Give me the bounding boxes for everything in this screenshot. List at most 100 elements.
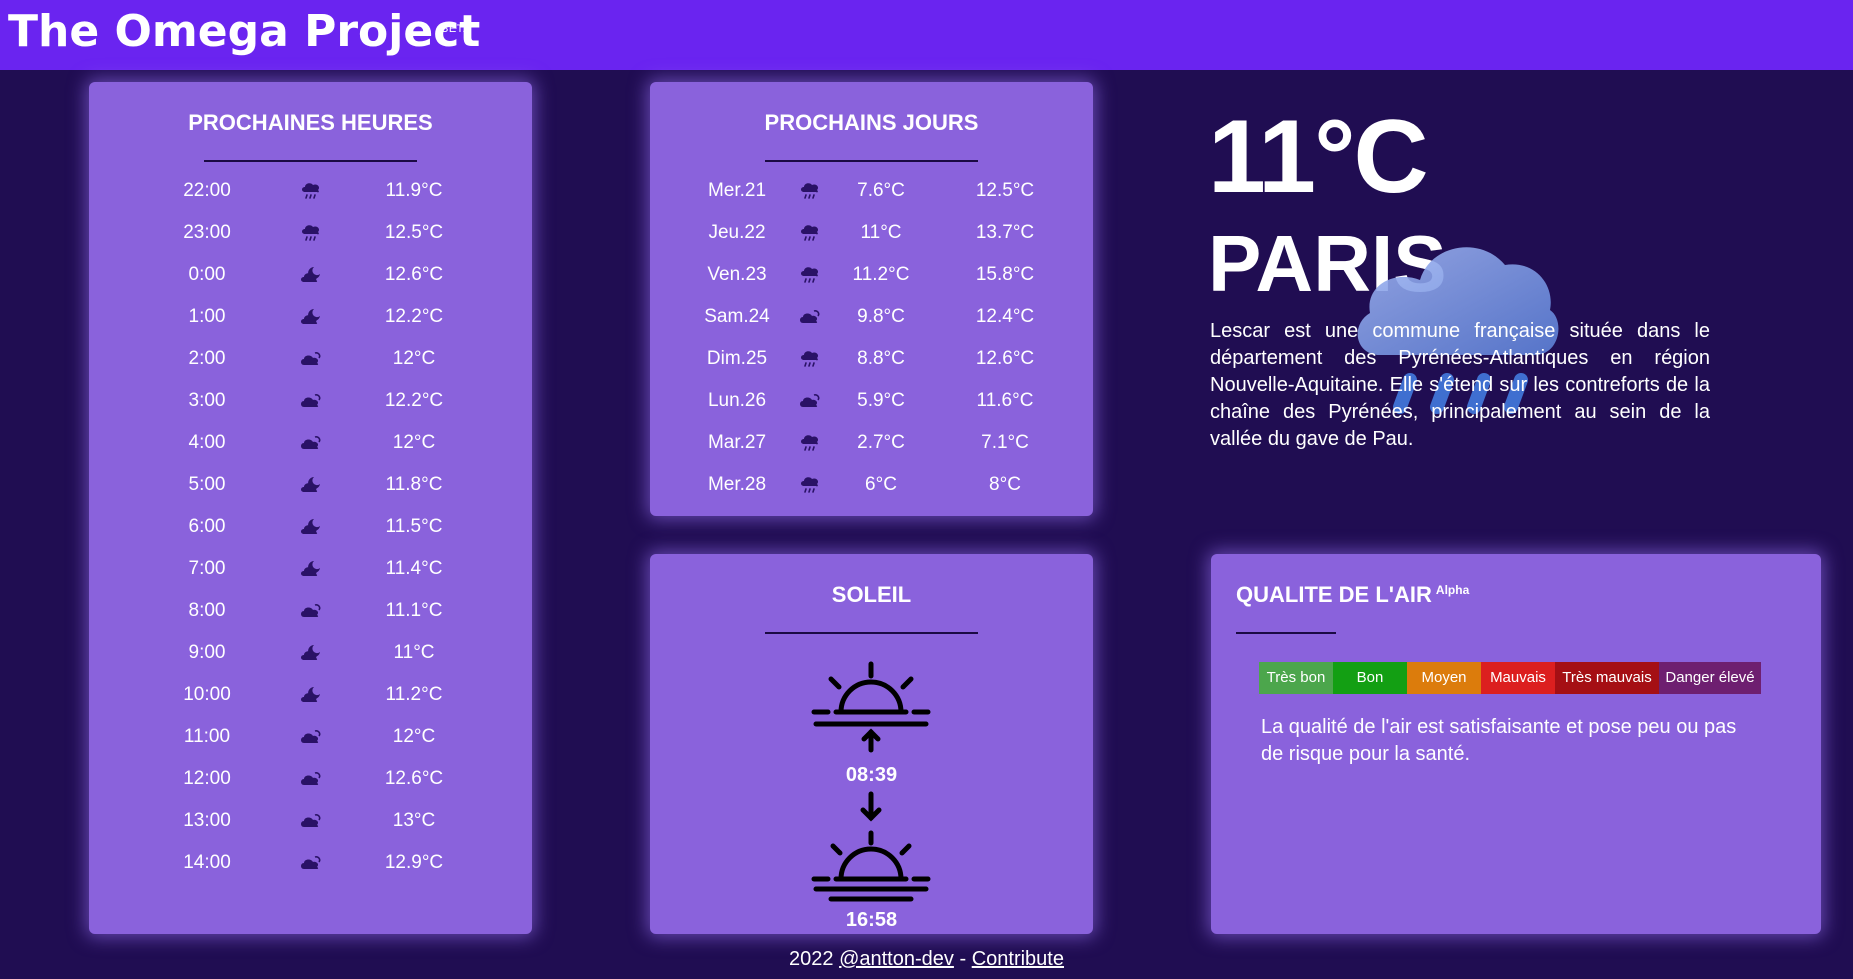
cloud-icon: [300, 349, 322, 374]
daily-row: Lun.26 5.9°C 11.6°C: [650, 390, 1093, 432]
hour-label: 13:00: [183, 810, 231, 831]
cloud-moon-icon: [300, 559, 322, 584]
sunset-icon: [811, 830, 931, 902]
title-divider: [204, 160, 417, 162]
hourly-row: 12:00 12.6°C: [89, 768, 532, 810]
cloud-moon-icon: [300, 685, 322, 710]
cloud-icon: [300, 727, 322, 752]
day-max-temperature: 12.6°C: [975, 348, 1035, 369]
rain-cloud-icon: [300, 223, 322, 248]
hourly-row: 7:00 11.4°C: [89, 558, 532, 600]
daily-row: Mer.28 6°C 8°C: [650, 474, 1093, 516]
current-temperature: 11°C: [1208, 99, 1429, 215]
hour-label: 7:00: [188, 558, 226, 579]
daily-row: Jeu.22 11°C 13.7°C: [650, 222, 1093, 264]
hourly-row: 4:00 12°C: [89, 432, 532, 474]
day-min-temperature: 6°C: [865, 474, 897, 495]
hour-temperature: 12.5°C: [384, 222, 444, 243]
day-label: Jeu.22: [708, 222, 766, 243]
hourly-row: 10:00 11.2°C: [89, 684, 532, 726]
hourly-row: 6:00 11.5°C: [89, 516, 532, 558]
day-max-temperature: 12.5°C: [975, 180, 1035, 201]
rain-cloud-icon: [799, 223, 821, 248]
cloud-moon-icon: [300, 475, 322, 500]
hour-temperature: 11.2°C: [385, 684, 443, 705]
air-quality-level: Mauvais: [1481, 662, 1555, 694]
rain-cloud-icon: [799, 349, 821, 374]
day-max-temperature: 12.4°C: [975, 306, 1035, 327]
hourly-forecast-card: PROCHAINES HEURES 22:00 11.9°C 23:00 12.5°C…: [89, 82, 532, 934]
cloud-icon: [300, 769, 322, 794]
day-min-temperature: 11°C: [860, 222, 902, 243]
cloud-moon-icon: [300, 265, 322, 290]
hour-label: 1:00: [188, 306, 226, 327]
day-max-temperature: 13.7°C: [975, 222, 1035, 243]
hour-temperature: 11.8°C: [385, 474, 443, 495]
hour-temperature: 12°C: [392, 726, 436, 747]
rain-cloud-icon: [799, 181, 821, 206]
hour-label: 5:00: [188, 474, 226, 495]
hour-label: 14:00: [183, 852, 231, 873]
contribute-link[interactable]: Contribute: [972, 948, 1064, 970]
day-max-temperature: 8°C: [989, 474, 1021, 495]
hour-temperature: 12°C: [392, 348, 436, 369]
day-label: Mer.28: [707, 474, 767, 495]
day-label: Dim.25: [706, 348, 768, 369]
air-quality-level: Très bon: [1259, 662, 1333, 694]
day-max-temperature: 7.1°C: [981, 432, 1029, 453]
author-link[interactable]: @antton-dev: [839, 948, 954, 970]
air-quality-scale: Très bon Bon Moyen Mauvais Très mauvais Dange…: [1259, 662, 1761, 694]
day-label: Mer.21: [707, 180, 767, 201]
day-min-temperature: 8.8°C: [857, 348, 905, 369]
cloud-icon: [799, 391, 821, 416]
day-min-temperature: 11.2°C: [852, 264, 910, 285]
alpha-badge: Alpha: [1435, 582, 1470, 597]
day-min-temperature: 2.7°C: [857, 432, 905, 453]
day-min-temperature: 7.6°C: [857, 180, 905, 201]
cloud-icon: [300, 853, 322, 878]
title-divider: [765, 632, 978, 634]
hour-label: 4:00: [188, 432, 226, 453]
air-quality-level: Moyen: [1407, 662, 1481, 694]
hourly-title: PROCHAINES HEURES: [188, 110, 433, 135]
hour-temperature: 12.9°C: [384, 852, 444, 873]
hour-temperature: 11.9°C: [385, 180, 443, 201]
day-min-temperature: 5.9°C: [857, 390, 905, 411]
hour-label: 11:00: [183, 726, 231, 747]
rain-cloud-icon: [799, 475, 821, 500]
down-arrow-icon: [860, 791, 882, 822]
hour-label: 23:00: [183, 222, 231, 243]
title-divider: [1236, 632, 1336, 634]
day-min-temperature: 9.8°C: [857, 306, 905, 327]
hour-temperature: 12.2°C: [384, 390, 444, 411]
daily-row: Mer.21 7.6°C 12.5°C: [650, 180, 1093, 222]
footer-year: 2022: [789, 948, 834, 970]
air-quality-level: Danger élevé: [1659, 662, 1761, 694]
day-label: Sam.24: [704, 306, 770, 327]
rain-cloud-icon: [799, 433, 821, 458]
cloud-icon: [799, 307, 821, 332]
daily-row: Mar.27 2.7°C 7.1°C: [650, 432, 1093, 474]
day-label: Lun.26: [707, 390, 767, 411]
hour-label: 9:00: [188, 642, 226, 663]
title-divider: [765, 160, 978, 162]
app-title[interactable]: The Omega Project: [8, 6, 480, 57]
footer-separator: -: [959, 948, 967, 970]
hourly-row: 3:00 12.2°C: [89, 390, 532, 432]
cloud-icon: [300, 391, 322, 416]
sun-title: SOLEIL: [831, 582, 912, 607]
hour-temperature: 12.6°C: [384, 768, 444, 789]
hour-label: 8:00: [188, 600, 226, 621]
day-label: Mar.27: [707, 432, 767, 453]
cloud-icon: [300, 601, 322, 626]
air-quality-level: Bon: [1333, 662, 1407, 694]
hour-temperature: 13°C: [392, 810, 436, 831]
sunrise-icon: [811, 661, 931, 753]
hour-temperature: 11.5°C: [385, 516, 443, 537]
cloud-moon-icon: [300, 517, 322, 542]
air-quality-message: La qualité de l'air est satisfaisante et…: [1261, 716, 1737, 765]
daily-row: Dim.25 8.8°C 12.6°C: [650, 348, 1093, 390]
hour-label: 12:00: [183, 768, 231, 789]
hour-temperature: 11.1°C: [385, 600, 443, 621]
day-max-temperature: 11.6°C: [976, 390, 1034, 411]
